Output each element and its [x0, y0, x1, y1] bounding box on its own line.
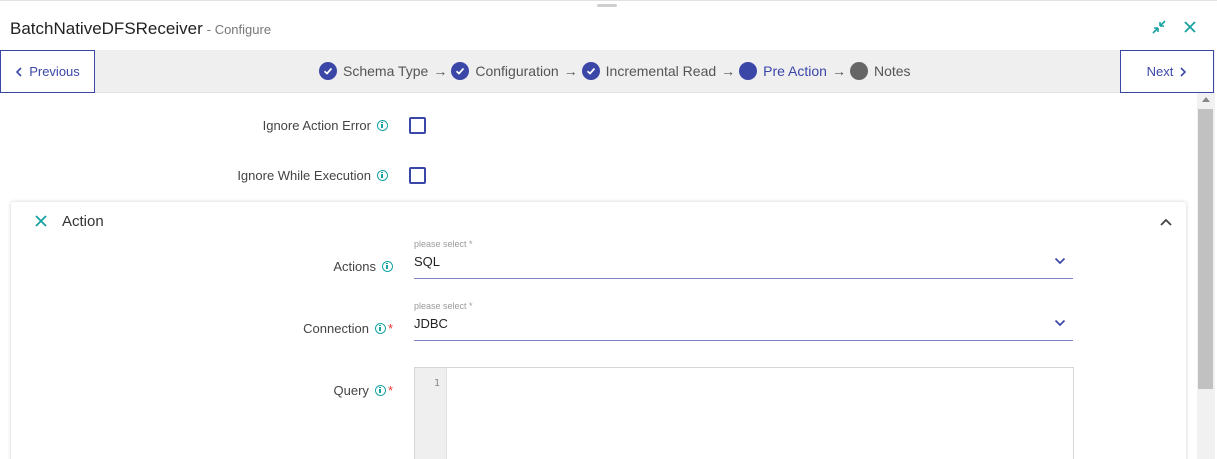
connection-label: Connection *	[211, 320, 393, 337]
close-icon[interactable]	[1179, 16, 1201, 38]
actions-label: Actions	[211, 258, 393, 275]
vertical-scrollbar[interactable]	[1197, 93, 1215, 459]
info-icon[interactable]	[377, 120, 388, 131]
chevron-left-icon	[16, 66, 22, 77]
minimize-icon[interactable]	[1148, 16, 1170, 38]
ignore-action-error-label: Ignore Action Error	[200, 117, 388, 134]
ignore-while-execution-text: Ignore While Execution	[237, 168, 371, 183]
query-editor[interactable]: 1	[414, 367, 1074, 459]
next-label: Next	[1146, 64, 1174, 79]
step-configuration[interactable]: Configuration	[451, 62, 559, 80]
step-arrow: →	[433, 63, 448, 79]
connection-label-text: Connection	[303, 321, 369, 336]
ignore-action-error-checkbox[interactable]	[409, 117, 426, 134]
step-label: Schema Type	[343, 63, 429, 79]
actions-select-hint: please select *	[414, 239, 473, 249]
wizard-steps: Schema Type → Configuration → Incrementa…	[319, 61, 911, 81]
dialog-title-text: BatchNativeDFSReceiver	[10, 19, 203, 38]
required-marker: *	[387, 383, 393, 398]
query-label: Query *	[211, 382, 393, 399]
info-icon[interactable]	[382, 261, 393, 272]
dialog-subtitle: - Configure	[206, 22, 272, 37]
info-icon[interactable]	[377, 170, 388, 181]
check-circle-icon	[319, 62, 337, 80]
ignore-while-execution-label: Ignore While Execution	[200, 167, 388, 184]
step-label: Notes	[873, 63, 911, 79]
actions-select[interactable]: please select * SQL	[414, 239, 1073, 279]
step-incremental-read[interactable]: Incremental Read	[581, 62, 717, 80]
scroll-up-arrow-icon[interactable]	[1202, 97, 1210, 102]
required-marker: *	[387, 321, 393, 336]
line-number: 1	[433, 378, 440, 389]
next-button[interactable]: Next	[1120, 50, 1214, 93]
chevron-up-icon[interactable]	[1159, 214, 1173, 232]
pending-step-dot-icon	[849, 62, 868, 80]
scrollbar-thumb[interactable]	[1198, 109, 1213, 389]
step-label: Pre Action	[763, 63, 827, 79]
wizard-bar: Previous Schema Type → Configuration → I…	[0, 50, 1215, 93]
info-icon[interactable]	[374, 385, 386, 396]
step-schema-type[interactable]: Schema Type	[319, 62, 428, 80]
chevron-right-icon	[1180, 66, 1187, 77]
remove-action-icon[interactable]	[34, 214, 48, 233]
step-arrow: →	[831, 63, 846, 79]
connection-select[interactable]: please select * JDBC	[414, 301, 1073, 341]
previous-label: Previous	[29, 64, 80, 79]
step-pre-action[interactable]: Pre Action	[739, 62, 827, 80]
connection-select-value: JDBC	[414, 316, 448, 331]
step-arrow: →	[721, 63, 736, 79]
action-panel: Action Actions please select * SQL Conne…	[11, 202, 1186, 459]
actions-label-text: Actions	[333, 259, 376, 274]
ignore-while-execution-checkbox[interactable]	[409, 167, 426, 184]
dialog-header: BatchNativeDFSReceiver - Configure	[0, 0, 1217, 50]
action-panel-title: Action	[62, 213, 104, 230]
ignore-action-error-text: Ignore Action Error	[262, 118, 371, 133]
info-icon[interactable]	[374, 323, 386, 334]
step-label: Configuration	[475, 63, 559, 79]
previous-button[interactable]: Previous	[0, 50, 95, 93]
actions-select-value: SQL	[414, 254, 441, 269]
step-label: Incremental Read	[605, 63, 717, 79]
active-step-dot-icon	[739, 62, 758, 80]
dialog-title: BatchNativeDFSReceiver - Configure	[10, 19, 271, 39]
query-label-text: Query	[333, 383, 369, 398]
chevron-down-icon	[1054, 257, 1066, 265]
step-notes[interactable]: Notes	[849, 62, 911, 80]
chevron-down-icon	[1054, 319, 1066, 327]
check-circle-icon	[581, 62, 600, 80]
editor-gutter: 1	[415, 368, 447, 459]
connection-select-hint: please select *	[414, 301, 473, 311]
form-content: Ignore Action Error Ignore While Executi…	[0, 93, 1197, 459]
step-arrow: →	[563, 63, 578, 79]
check-circle-icon	[451, 62, 470, 80]
